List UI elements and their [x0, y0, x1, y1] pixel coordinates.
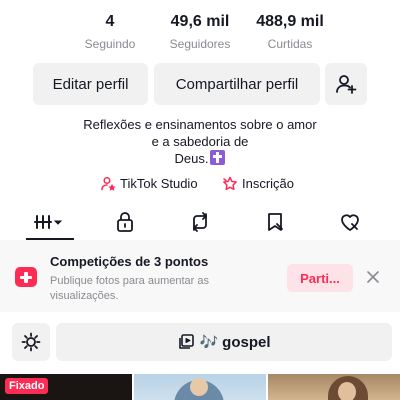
- stat-followers-count: 49,6 mil: [170, 13, 230, 30]
- bio-line-3-wrap: Deus.: [40, 150, 360, 167]
- promo-subtitle: Publique fotos para aumentar as visualiz…: [50, 275, 209, 302]
- playlist-label: gospel: [222, 333, 271, 351]
- tab-liked[interactable]: [330, 208, 370, 236]
- stat-followers[interactable]: 49,6 mil Seguidores: [155, 12, 245, 52]
- tiktok-studio-label: TikTok Studio: [120, 176, 198, 191]
- add-friend-button[interactable]: [325, 63, 367, 105]
- stat-following[interactable]: 4 Seguindo: [70, 12, 150, 52]
- stat-following-count: 4: [105, 13, 115, 30]
- bio-line-1: Reflexões e ensinamentos sobre o amor: [83, 117, 317, 132]
- stat-likes-label: Curtidas: [267, 37, 313, 51]
- video-thumbnail[interactable]: [134, 374, 266, 400]
- stat-followers-label: Seguidores: [169, 37, 231, 51]
- edit-profile-button[interactable]: Editar perfil: [33, 63, 148, 105]
- playlist-icon: [179, 334, 195, 349]
- stat-likes-count: 488,9 mil: [256, 13, 324, 30]
- tab-private[interactable]: [105, 208, 145, 236]
- bio-line-2: e a sabedoria de: [151, 134, 249, 149]
- filter-bar: 🎶 gospel: [0, 323, 400, 363]
- gear-icon: [21, 332, 41, 352]
- stat-following-label: Seguindo: [84, 37, 136, 51]
- video-thumbnail[interactable]: Fixado: [0, 374, 132, 400]
- video-grid: Fixado: [0, 374, 400, 400]
- bookmark-icon: [268, 213, 283, 231]
- video-thumbnail[interactable]: [268, 374, 400, 400]
- latin-cross-icon: [210, 150, 226, 165]
- subscription-link[interactable]: Inscrição: [222, 176, 294, 191]
- repost-icon: [193, 212, 207, 232]
- playlist-chip[interactable]: 🎶 gospel: [56, 323, 392, 361]
- tab-videos[interactable]: [30, 208, 70, 236]
- profile-stats: 4 Seguindo 49,6 mil Seguidores 488,9 mil…: [0, 12, 400, 54]
- profile-links: TikTok Studio Inscrição: [0, 176, 400, 194]
- thumbnail-figure-head: [190, 378, 208, 396]
- promo-banner: Competições de 3 pontos Publique fotos p…: [0, 240, 400, 312]
- close-button[interactable]: [364, 268, 382, 286]
- participate-button[interactable]: Parti...: [287, 264, 353, 292]
- subscription-label: Inscrição: [242, 176, 295, 191]
- heart-icon: [341, 214, 359, 231]
- close-icon: [367, 271, 379, 283]
- add-content-icon: [15, 267, 37, 287]
- subscription-star-icon: [223, 176, 237, 191]
- pinned-badge: Fixado: [5, 378, 49, 394]
- profile-bio: Reflexões e ensinamentos sobre o amor e …: [40, 116, 360, 167]
- add-person-icon: [336, 75, 357, 94]
- stat-likes[interactable]: 488,9 mil Curtidas: [250, 12, 330, 52]
- profile-tabs: [0, 206, 400, 240]
- tab-saved[interactable]: [255, 208, 295, 236]
- promo-title: Competições de 3 pontos: [50, 254, 209, 269]
- grid-icon: [34, 215, 63, 229]
- tiktok-studio-link[interactable]: TikTok Studio: [101, 176, 198, 191]
- lock-icon: [117, 212, 133, 232]
- thumbnail-figure-head: [338, 382, 356, 400]
- filter-settings-button[interactable]: [12, 323, 50, 361]
- bio-line-3: Deus.: [174, 151, 209, 166]
- share-profile-button[interactable]: Compartilhar perfil: [154, 63, 320, 105]
- studio-icon: [101, 176, 116, 191]
- tab-reposts[interactable]: [180, 208, 220, 236]
- music-note-icon: 🎶: [199, 334, 219, 351]
